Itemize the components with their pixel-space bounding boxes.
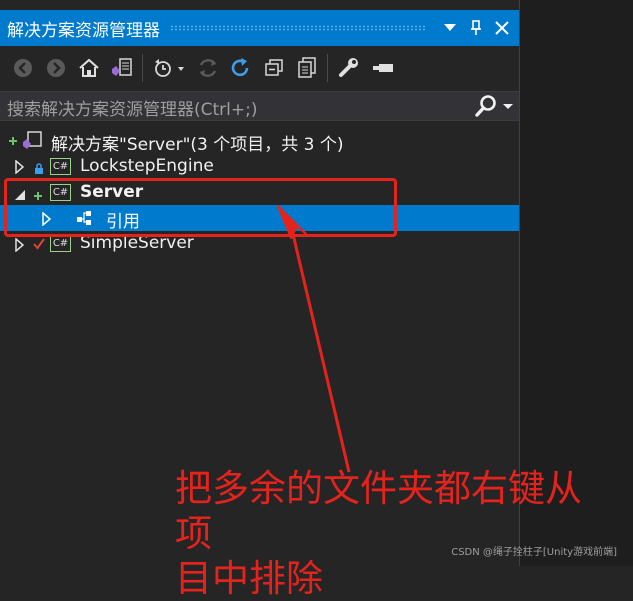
annotation-text: 把多余的文件夹都右键从项 目中排除 [175,466,615,601]
watermark: CSDN @绳子拴柱子[Unity游戏前端] [451,547,617,558]
annotation-line-2: 目中排除 [175,557,323,600]
